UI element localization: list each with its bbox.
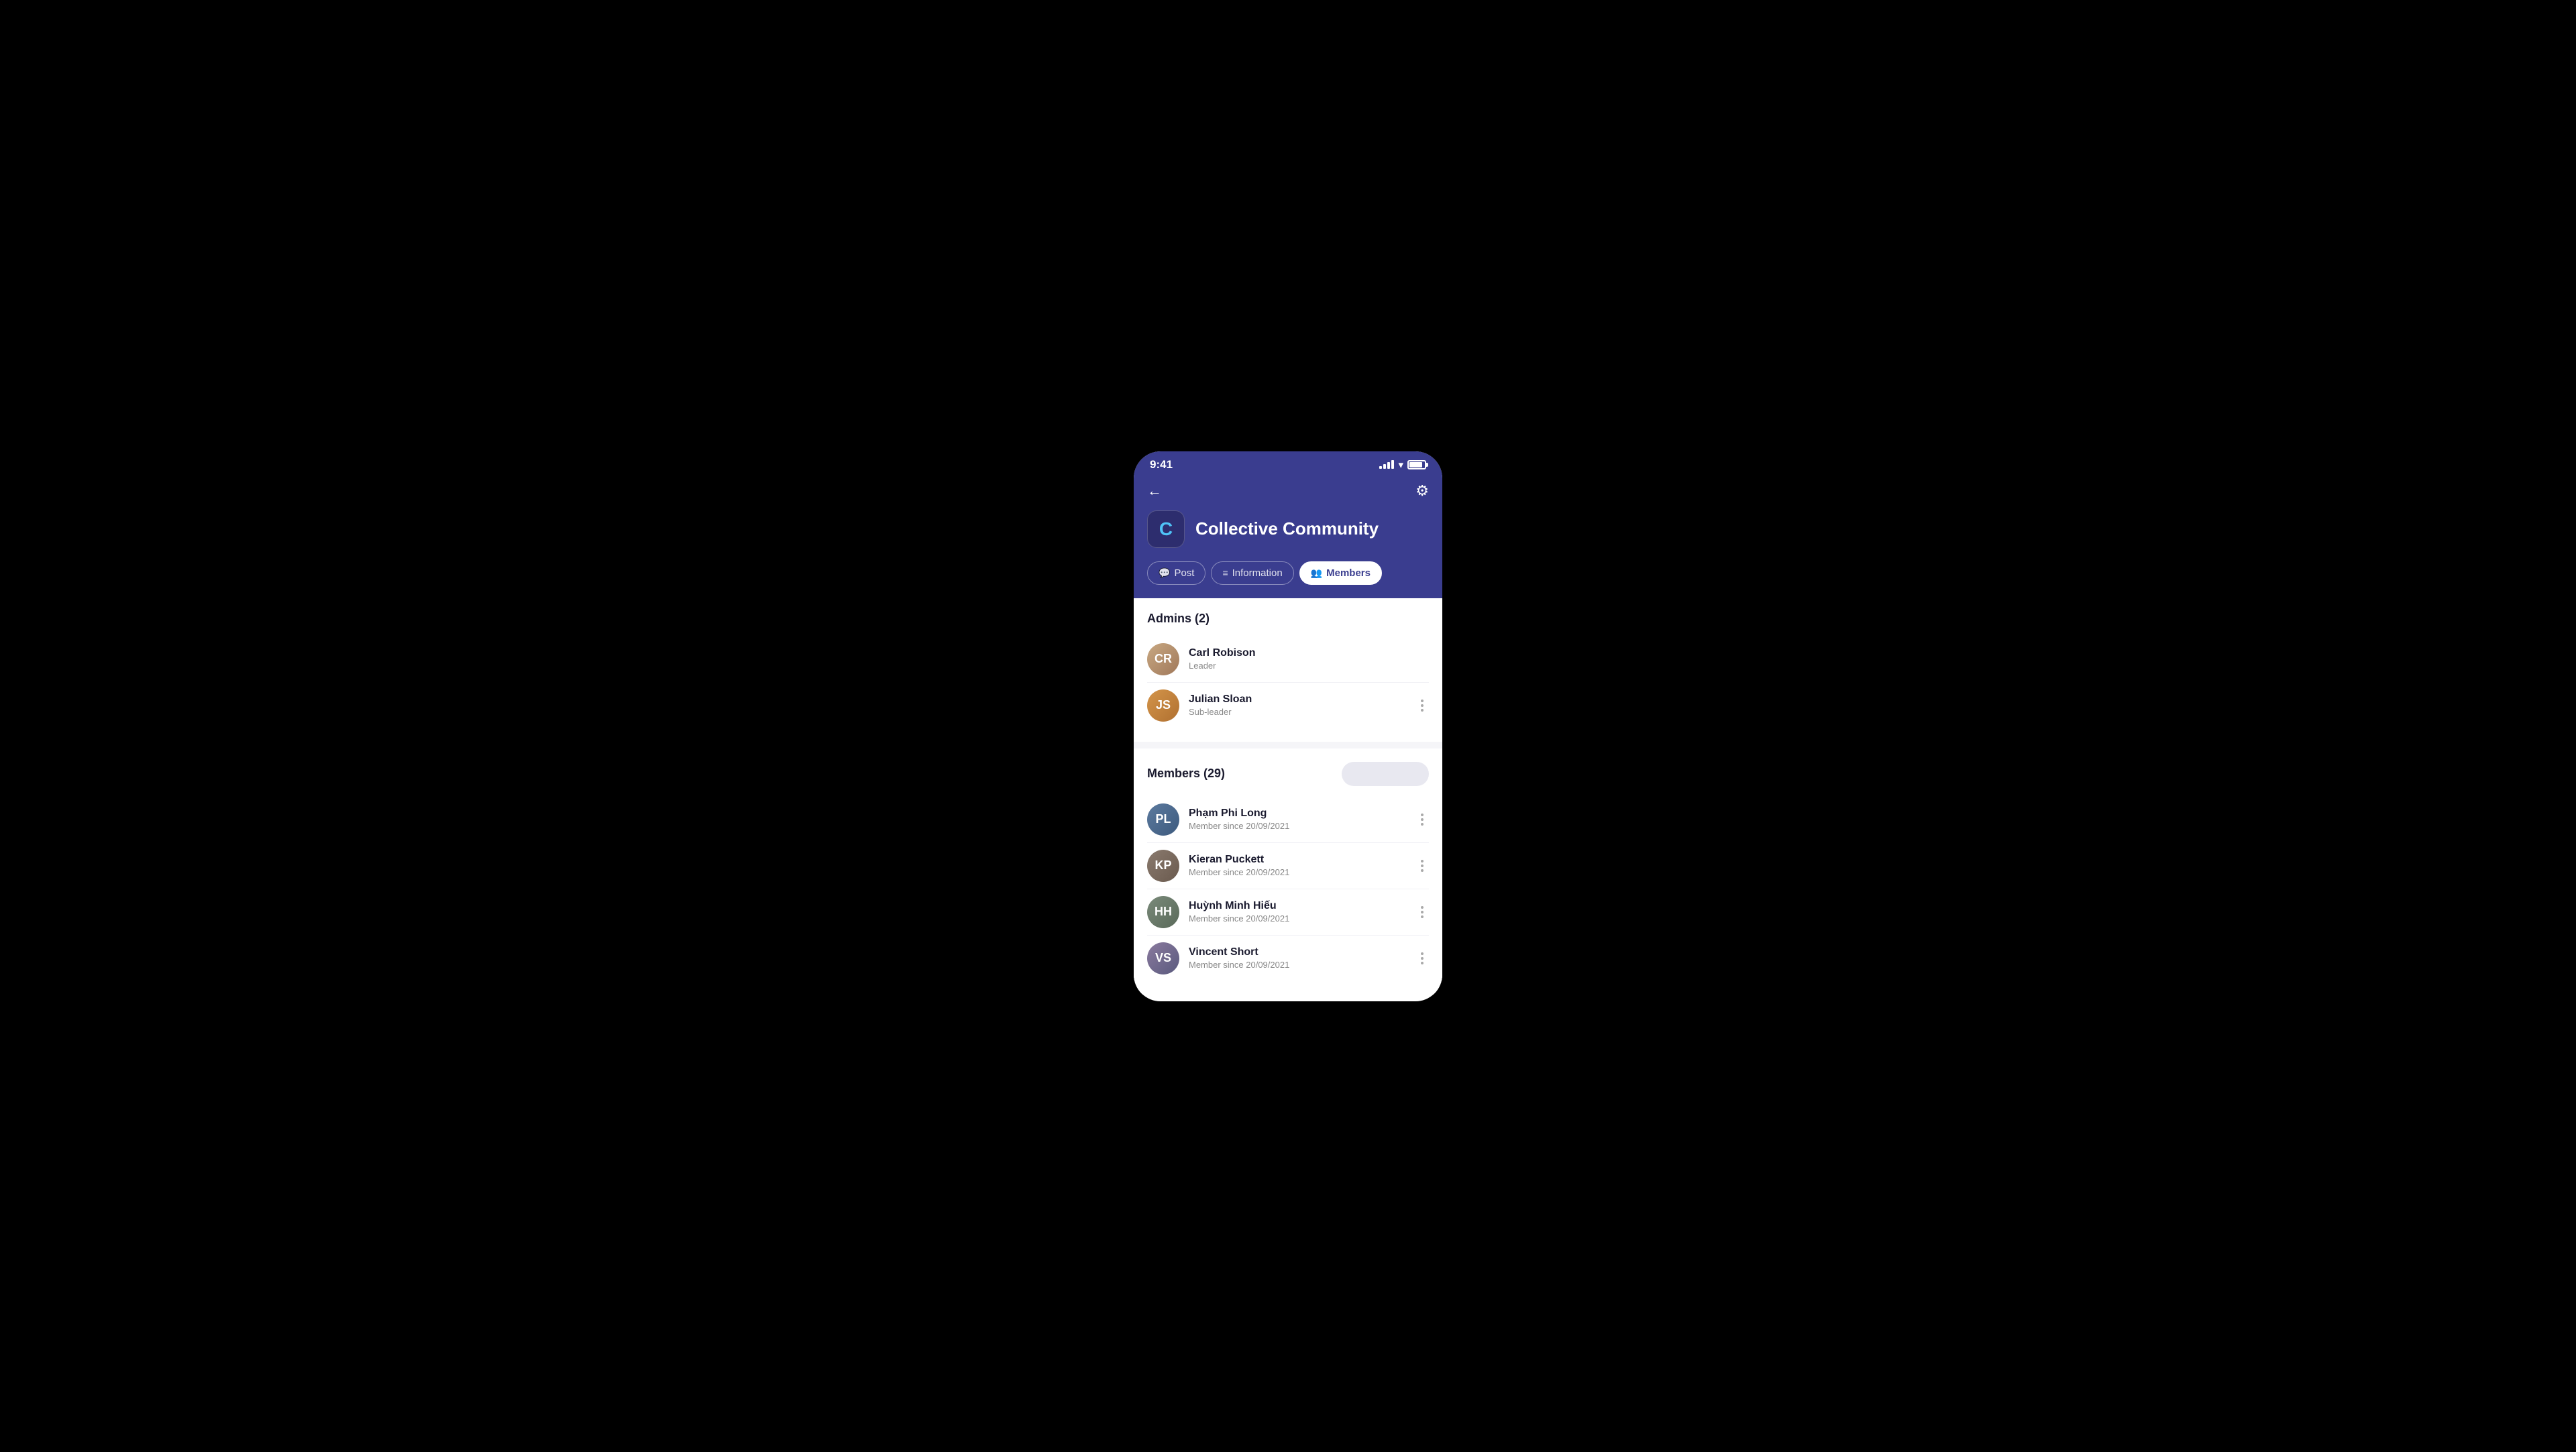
admin-row-carl: CR Carl Robison Leader — [1147, 636, 1429, 682]
avatar-pham: PL — [1147, 803, 1179, 836]
pham-info: Phạm Phi Long Member since 20/09/2021 — [1189, 807, 1406, 831]
huynh-name: Huỳnh Minh Hiếu — [1189, 900, 1406, 912]
community-logo: C — [1147, 510, 1185, 548]
carl-info: Carl Robison Leader — [1189, 647, 1429, 671]
julian-more-button[interactable] — [1415, 697, 1429, 714]
julian-role: Sub-leader — [1189, 707, 1406, 717]
back-button[interactable]: ← — [1147, 482, 1162, 500]
community-info: C Collective Community — [1147, 510, 1429, 548]
members-search-button[interactable] — [1342, 762, 1429, 786]
avatar-kieran: KP — [1147, 850, 1179, 882]
members-title: Members (29) — [1147, 767, 1225, 781]
information-icon: ≡ — [1222, 567, 1228, 578]
vincent-role: Member since 20/09/2021 — [1189, 960, 1406, 970]
avatar-carl: CR — [1147, 643, 1179, 675]
tab-members[interactable]: 👥 Members — [1299, 561, 1382, 585]
huynh-info: Huỳnh Minh Hiếu Member since 20/09/2021 — [1189, 900, 1406, 924]
status-icons: ▾ — [1379, 459, 1426, 471]
content-area: Admins (2) CR Carl Robison Leader JS Jul… — [1134, 598, 1442, 995]
post-icon: 💬 — [1159, 567, 1170, 579]
battery-icon — [1407, 460, 1426, 469]
settings-button[interactable]: ⚙ — [1415, 482, 1429, 500]
pham-name: Phạm Phi Long — [1189, 807, 1406, 820]
admins-section: Admins (2) CR Carl Robison Leader JS Jul… — [1134, 598, 1442, 742]
signal-icon — [1379, 460, 1394, 469]
tab-information-label: Information — [1232, 567, 1283, 579]
tabs-row: 💬 Post ≡ Information 👥 Members — [1147, 561, 1429, 585]
kieran-role: Member since 20/09/2021 — [1189, 867, 1406, 877]
wifi-icon: ▾ — [1398, 459, 1403, 471]
kieran-more-button[interactable] — [1415, 857, 1429, 875]
huynh-role: Member since 20/09/2021 — [1189, 913, 1406, 924]
kieran-info: Kieran Puckett Member since 20/09/2021 — [1189, 854, 1406, 877]
status-bar: 9:41 ▾ — [1134, 451, 1442, 476]
header-area: ← ⚙ C Collective Community 💬 Post ≡ Info… — [1134, 476, 1442, 598]
admins-section-header: Admins (2) — [1147, 612, 1429, 626]
pham-role: Member since 20/09/2021 — [1189, 821, 1406, 831]
julian-name: Julian Sloan — [1189, 693, 1406, 706]
tab-members-label: Members — [1326, 567, 1371, 579]
admins-title: Admins (2) — [1147, 612, 1210, 626]
tab-information[interactable]: ≡ Information — [1211, 561, 1293, 585]
nav-row: ← ⚙ — [1147, 482, 1429, 500]
kieran-name: Kieran Puckett — [1189, 854, 1406, 866]
members-section-header: Members (29) — [1147, 762, 1429, 786]
vincent-more-button[interactable] — [1415, 950, 1429, 967]
admin-row-julian: JS Julian Sloan Sub-leader — [1147, 682, 1429, 728]
member-row-kieran: KP Kieran Puckett Member since 20/09/202… — [1147, 842, 1429, 889]
avatar-vincent: VS — [1147, 942, 1179, 974]
tab-post-label: Post — [1174, 567, 1194, 579]
julian-info: Julian Sloan Sub-leader — [1189, 693, 1406, 717]
member-row-huynh: HH Huỳnh Minh Hiếu Member since 20/09/20… — [1147, 889, 1429, 935]
vincent-info: Vincent Short Member since 20/09/2021 — [1189, 946, 1406, 970]
avatar-huynh: HH — [1147, 896, 1179, 928]
pham-more-button[interactable] — [1415, 811, 1429, 828]
status-time: 9:41 — [1150, 458, 1173, 471]
avatar-julian: JS — [1147, 689, 1179, 722]
carl-name: Carl Robison — [1189, 647, 1429, 659]
member-row-vincent: VS Vincent Short Member since 20/09/2021 — [1147, 935, 1429, 981]
member-row-pham: PL Phạm Phi Long Member since 20/09/2021 — [1147, 797, 1429, 842]
tab-post[interactable]: 💬 Post — [1147, 561, 1205, 585]
carl-role: Leader — [1189, 661, 1429, 671]
members-icon: 👥 — [1311, 567, 1322, 579]
members-section: Members (29) PL Phạm Phi Long Member sin… — [1134, 748, 1442, 995]
huynh-more-button[interactable] — [1415, 903, 1429, 921]
vincent-name: Vincent Short — [1189, 946, 1406, 958]
community-name: Collective Community — [1195, 518, 1379, 539]
phone-frame: 9:41 ▾ ← ⚙ C Collective Community — [1134, 451, 1442, 1001]
